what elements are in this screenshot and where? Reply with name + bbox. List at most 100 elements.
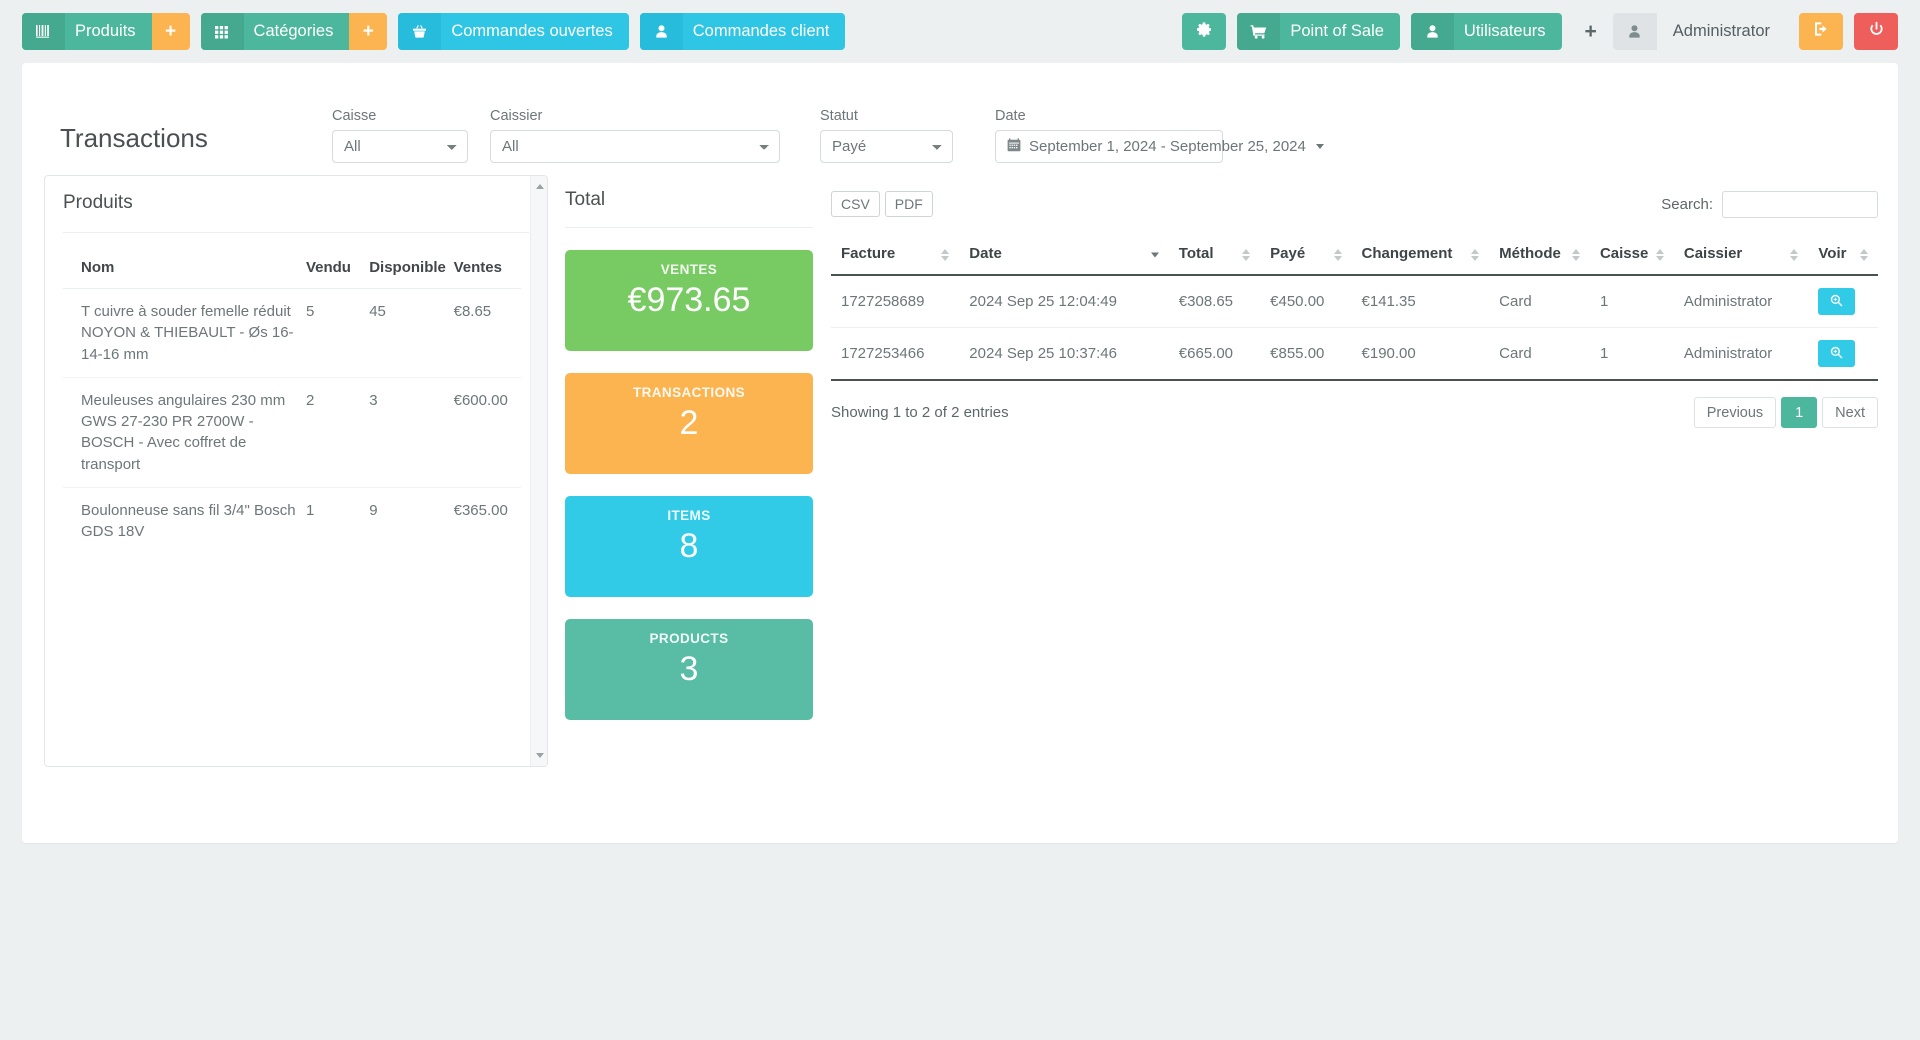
produits-col-ventes: Ventes [453,249,521,289]
produit-ventes: €365.00 [453,502,508,520]
nav-group-pos: Point of Sale [1237,13,1400,50]
produits-col-vendu: Vendu [305,249,370,289]
nav-item-utilisateurs[interactable]: Utilisateurs [1410,13,1562,50]
produit-nom: T cuivre à souder femelle réduit NOYON &… [63,288,306,378]
caisse-select[interactable]: All [332,130,468,163]
search-plus-icon [1830,346,1843,362]
filter-date-label: Date [995,108,1026,124]
produit-disponible: 9 [369,502,378,520]
sort-icon [1790,248,1799,261]
scroll-up-icon[interactable] [531,178,547,195]
user-icon [639,13,683,50]
stat-label-transactions: TRANSACTIONS [632,385,746,400]
produits-title: Produits [63,176,529,233]
nav-item-point-of-sale[interactable]: Point of Sale [1237,13,1400,50]
cell-total: €308.65 [1168,275,1261,328]
filters-bar: Transactions Caisse All Caissier All Sta… [22,63,1898,163]
page-title: Transactions [60,122,208,153]
view-transaction-button[interactable] [1818,288,1856,315]
transactions-column: CSV PDF Search: Facture Date Total Payé … [831,175,1878,428]
cell-total: €665.00 [1168,327,1261,381]
stat-card-items: ITEMS 8 [565,496,813,597]
cell-facture: 1727258689 [831,275,960,328]
logout-button[interactable] [1799,13,1843,50]
nav-label-produits: Produits [75,22,136,41]
th-total[interactable]: Total [1168,235,1261,276]
power-button[interactable] [1854,13,1898,50]
pagination: Previous 1 Next [1693,397,1878,428]
produit-nom: Boulonneuse sans fil 3/4" Bosch GDS 18V [81,502,296,541]
nav-item-commandes-ouvertes[interactable]: Commandes ouvertes [398,13,629,50]
nav-add-user-button[interactable]: + [1573,13,1609,50]
table-row: Boulonneuse sans fil 3/4" Bosch GDS 18V … [63,488,521,555]
scroll-down-icon[interactable] [531,747,547,764]
stat-card-products: PRODUCTS 3 [565,619,813,720]
th-facture[interactable]: Facture [831,235,960,276]
produit-nom: Meuleuses angulaires 230 mm GWS 27-230 P… [63,377,306,489]
search-input[interactable] [1722,190,1878,218]
produits-col-disponible: Disponible [369,249,454,289]
th-caissier[interactable]: Caissier [1673,235,1809,276]
nav-item-produits[interactable]: Produits [22,13,152,50]
search-label: Search: [1661,195,1713,213]
transactions-table: Facture Date Total Payé Changement Métho… [831,235,1878,381]
search-plus-icon [1830,294,1843,310]
stat-value-items: 8 [679,527,699,565]
nav-item-commandes-client[interactable]: Commandes client [639,13,846,50]
th-changement-label: Changement [1361,245,1453,262]
total-title: Total [565,177,813,228]
cell-methode: Card [1489,327,1590,381]
top-navbar: Produits + Catégories + Commandes ouvert… [0,0,1920,63]
sort-icon [1471,248,1480,261]
th-caissier-label: Caissier [1683,245,1743,262]
view-transaction-button[interactable] [1818,340,1856,367]
stat-label-products: PRODUCTS [649,631,729,646]
transactions-page-panel: Transactions Caisse All Caissier All Sta… [22,63,1898,843]
avatar-user-icon [1612,13,1657,50]
gear-icon [1196,21,1213,43]
nav-add-produit-button[interactable]: + [151,13,190,50]
export-csv-button[interactable]: CSV [831,191,880,217]
pagination-page-1[interactable]: 1 [1781,397,1818,428]
filter-caissier-label: Caissier [490,108,543,124]
statut-select[interactable]: Payé [820,130,953,163]
transactions-footer: Showing 1 to 2 of 2 entries Previous 1 N… [831,397,1878,428]
th-changement[interactable]: Changement [1351,235,1490,276]
export-pdf-button[interactable]: PDF [884,191,933,217]
th-paye[interactable]: Payé [1260,235,1352,276]
th-caisse[interactable]: Caisse [1589,235,1674,276]
th-voir-label: Voir [1818,245,1847,262]
settings-button[interactable] [1182,13,1227,50]
pagination-previous[interactable]: Previous [1693,397,1777,428]
table-row: 1727253466 2024 Sep 25 10:37:46 €665.00 … [831,327,1878,381]
pagination-next[interactable]: Next [1822,397,1878,428]
cell-date: 2024 Sep 25 12:04:49 [959,275,1169,328]
power-icon [1868,21,1885,43]
stat-card-transactions: TRANSACTIONS 2 [565,373,813,474]
cell-paye: €450.00 [1260,275,1352,328]
cell-methode: Card [1489,275,1590,328]
sort-icon [1333,248,1342,261]
sort-icon [1860,248,1868,261]
nav-group-utilisateurs: Utilisateurs [1410,13,1562,50]
th-voir[interactable]: Voir [1808,235,1878,276]
th-date[interactable]: Date [959,235,1169,276]
date-range-picker[interactable]: September 1, 2024 - September 25, 2024 [995,130,1324,163]
stat-value-ventes: €973.65 [627,281,751,319]
cell-voir [1808,275,1878,328]
filter-statut: Statut Payé [820,108,953,163]
nav-item-categories[interactable]: Catégories [200,13,350,50]
sort-icon [1655,248,1664,261]
nav-label-commandes-client: Commandes client [692,22,830,41]
barcode-icon [22,13,65,50]
cell-voir [1808,327,1878,381]
produit-vendu: 1 [305,502,315,520]
caissier-select[interactable]: All [490,130,780,163]
account-name: Administrator [1656,13,1788,50]
user-icon [1410,13,1454,50]
account-menu[interactable]: Administrator [1612,13,1788,50]
nav-add-categorie-button[interactable]: + [349,13,388,50]
produits-scrollbar[interactable] [530,176,547,766]
produits-col-nom: Nom [63,249,306,289]
th-methode[interactable]: Méthode [1489,235,1590,276]
